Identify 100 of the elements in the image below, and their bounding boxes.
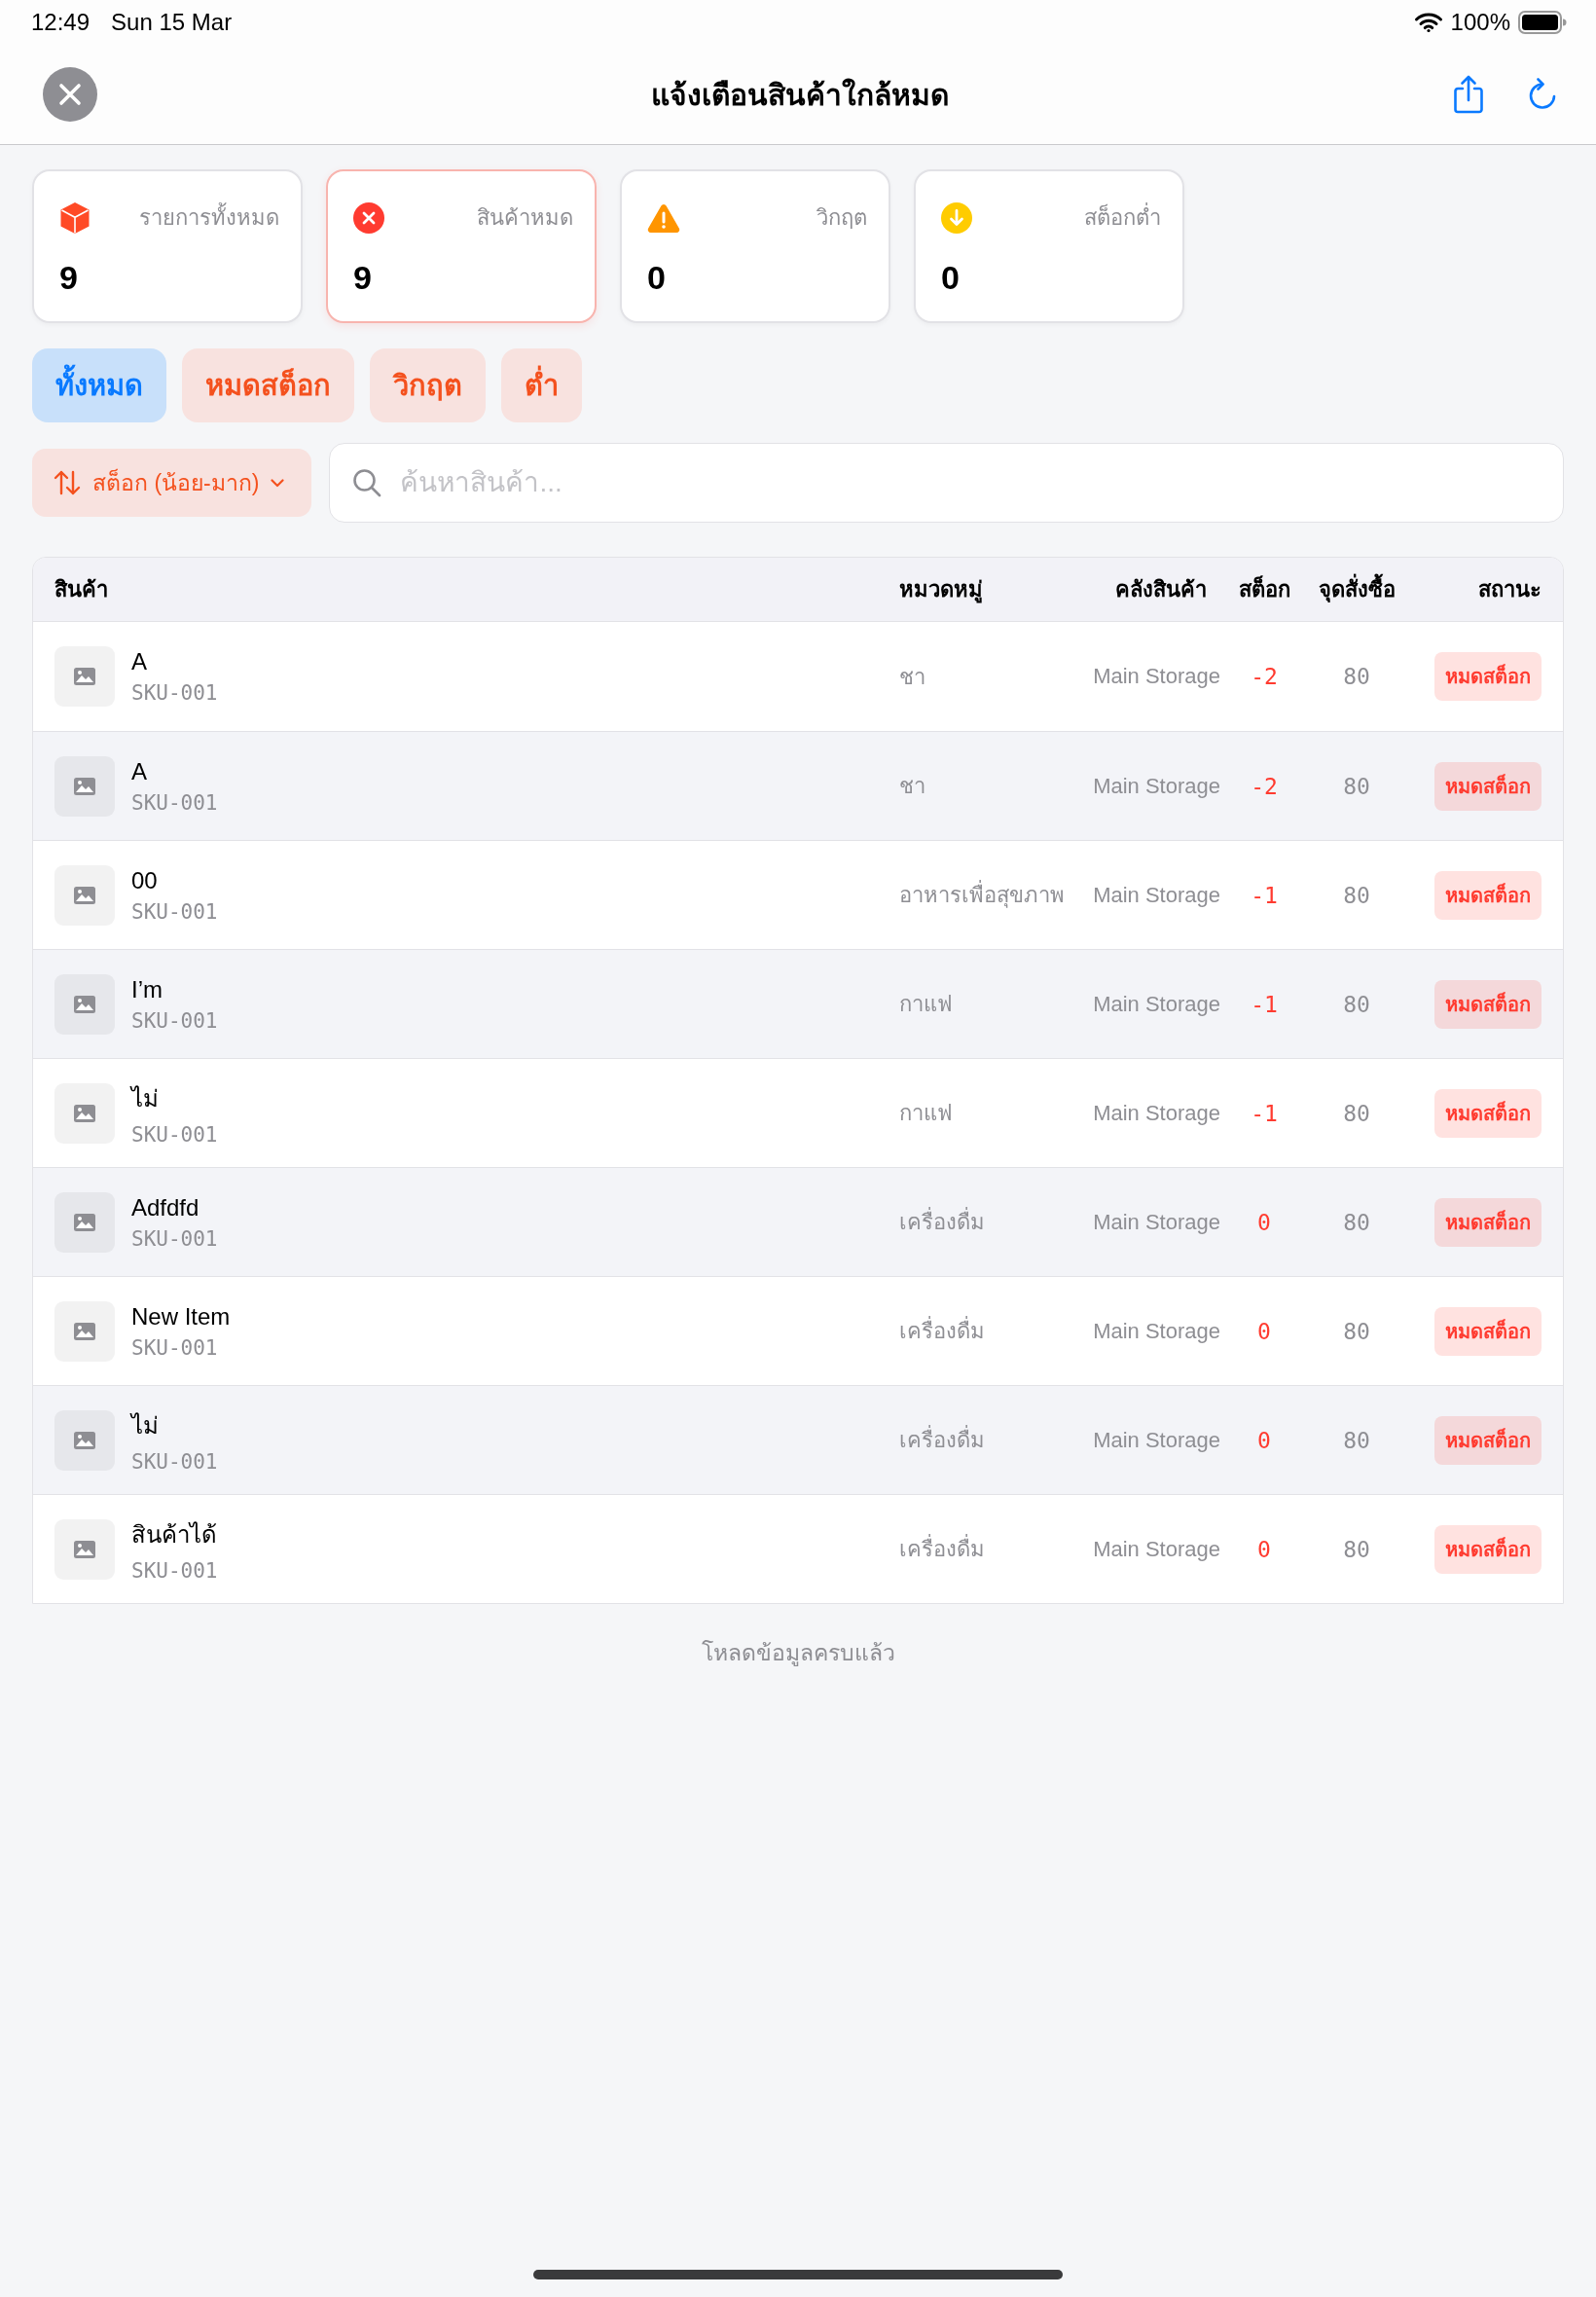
column-header: คลังสินค้า <box>1115 576 1207 603</box>
reorder-point-cell: 80 <box>1343 773 1370 799</box>
table-row[interactable]: Adfdfd SKU-001 เครื่องดื่ม Main Storage 0 80 หมดสต็อก <box>33 1167 1563 1276</box>
reorder-point-cell: 80 <box>1343 1536 1370 1562</box>
image-placeholder-icon <box>54 973 115 1035</box>
storage-cell: Main Storage <box>1093 1209 1220 1235</box>
stock-cell: 0 <box>1257 1427 1271 1453</box>
category-cell-text: กาแฟ <box>899 991 953 1018</box>
table-row[interactable]: ไม่ SKU-001 เครื่องดื่ม Main Storage 0 80 หมดสต็อก <box>33 1385 1563 1494</box>
storage-cell: Main Storage <box>1093 1536 1220 1562</box>
chevron-down-icon <box>271 478 285 488</box>
status-badge: หมดสต็อก <box>1434 761 1542 811</box>
stock-cell: 0 <box>1257 1318 1271 1344</box>
product-sku: SKU-001 <box>131 1123 218 1147</box>
stat-value: 9 <box>353 258 372 297</box>
stock-cell: -2 <box>1251 664 1278 689</box>
stat-value: 9 <box>59 258 78 297</box>
status-time: 12:49 <box>31 9 91 36</box>
stat-value: 0 <box>647 258 666 297</box>
table-row[interactable]: A SKU-001 ชา Main Storage -2 80 หมดสต็อก <box>33 731 1563 840</box>
stat-value: 0 <box>941 258 960 297</box>
status-badge: หมดสต็อก <box>1434 870 1542 920</box>
cube-icon <box>59 201 91 235</box>
close-button[interactable] <box>43 67 97 122</box>
product-sku: SKU-001 <box>131 1450 218 1474</box>
stock-cell: -1 <box>1251 991 1278 1017</box>
category-cell: เครื่องดื่ม <box>899 1314 985 1348</box>
category-cell: เครื่องดื่ม <box>899 1205 985 1239</box>
product-sku: SKU-001 <box>131 790 218 815</box>
column-header: สินค้า <box>54 576 108 603</box>
image-placeholder-icon <box>54 1191 115 1253</box>
status-badge: หมดสต็อก <box>1434 979 1542 1029</box>
search-field[interactable]: ค้นหาสินค้า... <box>329 443 1564 523</box>
page-title: แจ้งเตือนสินค้าใกล้หมด <box>651 77 949 113</box>
reorder-point-cell: 80 <box>1343 882 1370 908</box>
storage-cell: Main Storage <box>1093 1318 1220 1344</box>
product-sku: SKU-001 <box>131 1008 218 1033</box>
x-circle-icon <box>353 201 384 234</box>
category-cell-text: ชา <box>899 663 925 691</box>
refresh-icon <box>1528 78 1557 111</box>
status-badge: หมดสต็อก <box>1434 652 1542 701</box>
category-cell: อาหารเพื่อสุขภาพ <box>899 878 1065 912</box>
product-sku: SKU-001 <box>131 1559 218 1583</box>
sort-arrows-icon <box>54 470 81 495</box>
reorder-point-cell: 80 <box>1343 664 1370 689</box>
stat-label: วิกฤต <box>816 204 867 232</box>
refresh-button[interactable] <box>1528 78 1557 111</box>
product-name: New Item <box>131 1302 231 1331</box>
image-placeholder-icon <box>54 864 115 926</box>
reorder-point-cell: 80 <box>1343 1100 1370 1126</box>
storage-cell: Main Storage <box>1093 773 1220 799</box>
storage-cell: Main Storage <box>1093 664 1220 689</box>
stat-label: สินค้าหมด <box>477 204 573 232</box>
column-header: สต็อก <box>1238 574 1290 603</box>
image-placeholder-icon <box>54 755 115 817</box>
search-icon <box>352 468 382 497</box>
status-badge: หมดสต็อก <box>1434 1306 1542 1356</box>
status-badge: หมดสต็อก <box>1434 1088 1542 1138</box>
column-header: จุดสั่งซื้อ <box>1318 572 1396 606</box>
status-badge: หมดสต็อก <box>1434 1524 1542 1574</box>
product-sku: SKU-001 <box>131 681 218 705</box>
battery-percentage: 100% <box>1450 9 1510 36</box>
column-header: สถานะ <box>1478 576 1542 603</box>
stock-cell: 0 <box>1257 1209 1271 1235</box>
storage-cell: Main Storage <box>1093 882 1220 908</box>
stat-label: สต็อกต่ำ <box>1084 201 1161 235</box>
storage-cell: Main Storage <box>1093 1427 1220 1453</box>
reorder-point-cell: 80 <box>1343 991 1370 1017</box>
wifi-icon <box>1413 12 1443 33</box>
stock-cell: -2 <box>1251 773 1278 799</box>
warning-icon <box>647 202 680 233</box>
category-cell-text: ชา <box>899 773 925 800</box>
column-header: หมวดหมู่ <box>899 576 983 605</box>
image-placeholder-icon <box>54 646 115 707</box>
product-name: ไม่ <box>131 1411 159 1440</box>
image-placeholder-icon <box>54 1518 115 1580</box>
stock-cell: 0 <box>1257 1536 1271 1562</box>
product-sku: SKU-001 <box>131 899 218 924</box>
category-cell: เครื่องดื่ม <box>899 1423 985 1457</box>
status-badge: หมดสต็อก <box>1434 1415 1542 1465</box>
category-cell: เครื่องดื่ม <box>899 1532 985 1566</box>
status-date: Sun 15 Mar <box>111 9 233 36</box>
reorder-point-cell: 80 <box>1343 1427 1370 1453</box>
reorder-point-cell: 80 <box>1343 1209 1370 1235</box>
storage-cell: Main Storage <box>1093 1100 1220 1126</box>
battery-icon <box>1518 11 1567 34</box>
table-row[interactable]: I’m SKU-001 กาแฟ Main Storage -1 80 หมดสต็อก <box>33 949 1563 1058</box>
product-name: I’m <box>131 975 163 1003</box>
arrow-down-circle-icon <box>941 201 972 234</box>
product-sku: SKU-001 <box>131 1226 218 1251</box>
load-complete-text: โหลดข้อมูลครบแล้ว <box>701 1639 895 1668</box>
stat-label: รายการทั้งหมด <box>139 201 279 235</box>
image-placeholder-icon <box>54 1082 115 1144</box>
storage-cell: Main Storage <box>1093 991 1220 1017</box>
share-button[interactable] <box>1454 75 1483 114</box>
stock-cell: -1 <box>1251 1100 1278 1126</box>
product-name: Adfdfd <box>131 1193 200 1221</box>
image-placeholder-icon <box>54 1300 115 1362</box>
category-cell-text: กาแฟ <box>899 1100 953 1127</box>
product-name: ไม่ <box>131 1084 159 1113</box>
